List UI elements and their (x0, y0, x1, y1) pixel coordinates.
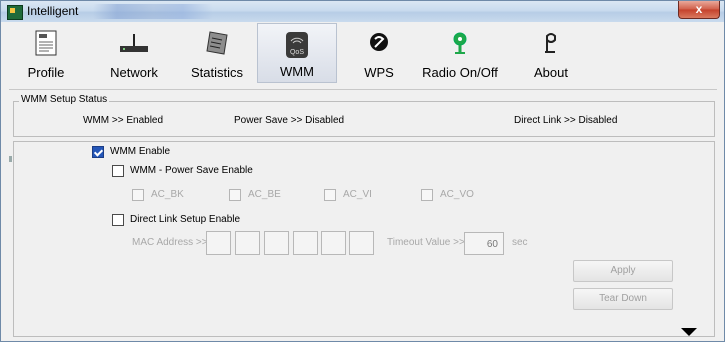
statistics-icon (205, 30, 229, 61)
mac-octet-field[interactable] (349, 231, 374, 255)
toolbar-label: WPS (364, 65, 394, 80)
wps-icon (368, 30, 390, 61)
ac-be-checkbox[interactable] (229, 189, 241, 201)
wmm-qos-icon: QoS (285, 31, 309, 64)
toolbar-label: About (534, 65, 568, 80)
title-bar[interactable]: Intelligent x (1, 1, 724, 22)
ac-be-label: AC_BE (248, 189, 281, 200)
toolbar-radio[interactable]: Radio On/Off (416, 27, 504, 83)
ac-bk-checkbox[interactable] (132, 189, 144, 201)
mac-octet-field[interactable] (264, 231, 289, 255)
ac-vi-checkbox[interactable] (324, 189, 336, 201)
toolbar-about[interactable]: About (529, 27, 573, 83)
toolbar-statistics[interactable]: Statistics (184, 27, 250, 83)
toolbar-label: Radio On/Off (422, 65, 498, 80)
timeout-label: Timeout Value >> (387, 237, 465, 248)
direct-link-label: Direct Link Setup Enable (130, 214, 241, 225)
power-save-label: WMM - Power Save Enable (130, 165, 253, 176)
app-window: Intelligent x Profile Network Statistics… (0, 0, 725, 342)
timeout-unit: sec (512, 237, 528, 248)
about-icon (543, 30, 559, 61)
title-decoration (93, 4, 213, 19)
direct-link-checkbox[interactable] (112, 214, 124, 226)
mac-octet-field[interactable] (321, 231, 346, 255)
toolbar-profile[interactable]: Profile (21, 27, 71, 83)
chevron-down-icon[interactable] (681, 328, 697, 336)
side-marker (9, 156, 12, 162)
toolbar-label: Profile (27, 65, 65, 80)
toolbar-wmm[interactable]: QoS WMM (257, 23, 337, 83)
profile-icon (35, 30, 57, 61)
status-direct-link: Direct Link >> Disabled (514, 115, 618, 126)
radio-icon (450, 30, 470, 61)
app-icon (7, 5, 23, 20)
network-icon (118, 30, 150, 61)
mac-octet-field[interactable] (206, 231, 231, 255)
mac-address-label: MAC Address >> (132, 237, 208, 248)
ac-vo-checkbox[interactable] (421, 189, 433, 201)
toolbar-wps[interactable]: WPS (359, 27, 399, 83)
toolbar-divider (9, 89, 717, 90)
mac-octet-field[interactable] (235, 231, 260, 255)
close-button[interactable]: x (678, 1, 720, 19)
power-save-checkbox[interactable] (112, 165, 124, 177)
toolbar: Profile Network Statistics QoS WMM WPS R… (21, 23, 711, 85)
status-wmm: WMM >> Enabled (83, 115, 164, 126)
ac-vo-label: AC_VO (440, 189, 474, 200)
apply-button[interactable]: Apply (573, 260, 673, 282)
ac-vi-label: AC_VI (343, 189, 372, 200)
ac-bk-label: AC_BK (151, 189, 184, 200)
toolbar-label: Network (110, 65, 158, 80)
window-title: Intelligent (27, 4, 79, 18)
mac-octet-field[interactable] (293, 231, 318, 255)
status-legend: WMM Setup Status (19, 94, 110, 105)
svg-text:QoS: QoS (290, 49, 304, 56)
timeout-field[interactable]: 60 (464, 232, 504, 255)
status-power-save: Power Save >> Disabled (234, 115, 345, 126)
tear-down-button[interactable]: Tear Down (573, 288, 673, 310)
wmm-enable-label: WMM Enable (110, 146, 171, 157)
toolbar-label: Statistics (190, 65, 243, 80)
toolbar-label: WMM (280, 64, 314, 79)
toolbar-network[interactable]: Network (99, 27, 169, 83)
wmm-enable-checkbox[interactable] (92, 146, 104, 158)
